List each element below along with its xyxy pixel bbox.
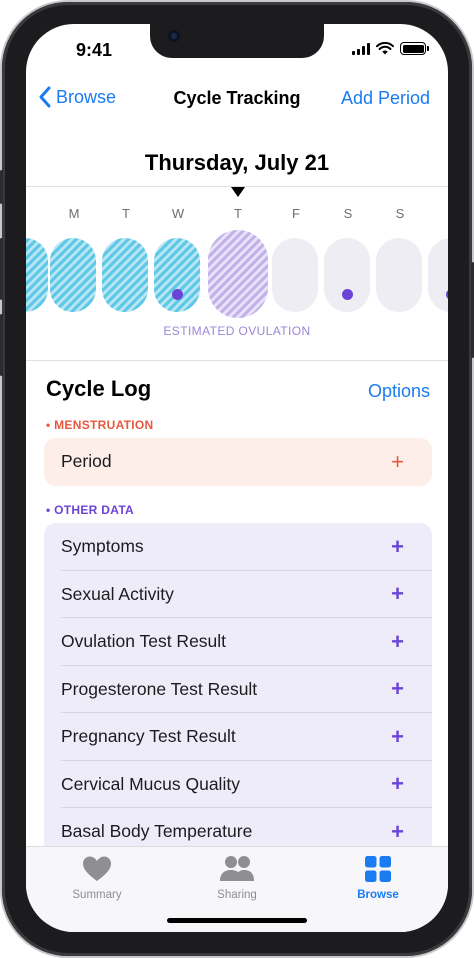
- cycle-calendar-strip[interactable]: [26, 230, 448, 318]
- weekday-label: S: [343, 206, 353, 221]
- notch: [150, 24, 324, 58]
- plus-icon[interactable]: +: [391, 820, 404, 843]
- tab-label: Summary: [72, 889, 122, 901]
- wifi-icon: [376, 42, 394, 55]
- weekday-labels: M T W T F S S: [26, 206, 448, 224]
- logged-data-dot-icon: [342, 289, 353, 300]
- app-screen: 9:41 Browse Cycle Tracking Add Period Th…: [26, 24, 448, 932]
- weekday-label: F: [292, 206, 300, 221]
- navigation-bar: Browse Cycle Tracking Add Period: [26, 82, 448, 118]
- other-data-section-text: OTHER DATA: [54, 503, 135, 517]
- list-item-label: Pregnancy Test Result: [61, 726, 236, 747]
- battery-icon: [400, 42, 429, 55]
- list-item-pregnancy-test-result[interactable]: Pregnancy Test Result +: [44, 713, 432, 761]
- list-item-label: Cervical Mucus Quality: [61, 773, 240, 794]
- list-item-period[interactable]: Period +: [44, 438, 432, 486]
- logged-data-dot-icon: [172, 289, 183, 300]
- plus-icon[interactable]: +: [391, 773, 404, 795]
- weekday-label: S: [395, 206, 405, 221]
- day-cell[interactable]: [428, 238, 448, 312]
- plus-icon[interactable]: +: [391, 630, 404, 653]
- day-cell[interactable]: [102, 238, 148, 312]
- list-item-cervical-mucus-quality[interactable]: Cervical Mucus Quality +: [44, 761, 432, 809]
- grid-icon: [365, 856, 391, 882]
- heart-icon: [83, 856, 111, 881]
- day-cell[interactable]: [154, 238, 200, 312]
- options-button[interactable]: Options: [368, 381, 430, 402]
- list-item-symptoms[interactable]: Symptoms +: [44, 523, 432, 571]
- list-item-ovulation-test-result[interactable]: Ovulation Test Result +: [44, 618, 432, 666]
- people-icon: [220, 856, 254, 881]
- list-item-label: Sexual Activity: [61, 583, 174, 604]
- day-cell-selected[interactable]: [208, 230, 268, 318]
- weekday-label: T: [234, 206, 242, 221]
- menstruation-section-label: • MENSTRUATION: [46, 418, 154, 432]
- tab-label: Browse: [357, 889, 399, 901]
- list-item-label: Progesterone Test Result: [61, 678, 258, 699]
- cycle-log-title: Cycle Log: [46, 376, 152, 401]
- selected-day-marker-icon: [231, 187, 245, 197]
- list-item-label: Ovulation Test Result: [61, 631, 227, 652]
- day-cell[interactable]: [376, 238, 422, 312]
- list-item-label: Basal Body Temperature: [61, 821, 253, 842]
- camera-icon: [168, 30, 180, 42]
- status-icons: [352, 42, 429, 55]
- plus-icon[interactable]: +: [391, 678, 404, 700]
- tab-bar: Summary Sharing Browse: [26, 846, 448, 932]
- menstruation-section-text: MENSTRUATION: [54, 418, 154, 432]
- home-indicator[interactable]: [167, 918, 307, 923]
- plus-icon[interactable]: +: [391, 725, 404, 748]
- weekday-label: M: [68, 206, 80, 221]
- plus-icon[interactable]: +: [391, 535, 404, 558]
- mute-switch: [0, 170, 3, 204]
- day-cell[interactable]: [50, 238, 96, 312]
- tab-sharing[interactable]: Sharing: [192, 855, 282, 901]
- other-data-section-label: • OTHER DATA: [46, 503, 135, 517]
- add-period-button[interactable]: Add Period: [341, 88, 430, 109]
- selected-date: Thursday, July 21: [144, 150, 330, 175]
- status-time: 9:41: [76, 40, 113, 60]
- tab-summary[interactable]: Summary: [52, 855, 142, 901]
- day-cell[interactable]: [26, 238, 48, 312]
- menstruation-card: Period +: [44, 438, 432, 486]
- volume-up-button: [0, 238, 3, 300]
- list-item-label: Period: [61, 451, 112, 472]
- list-item-progesterone-test-result[interactable]: Progesterone Test Result +: [44, 666, 432, 714]
- other-data-card: Symptoms + Sexual Activity + Ovulation T…: [44, 523, 432, 883]
- plus-icon[interactable]: +: [391, 450, 404, 473]
- estimated-ovulation-label: ESTIMATED OVULATION: [163, 324, 311, 338]
- plus-icon[interactable]: +: [391, 583, 404, 605]
- weekday-label: T: [122, 206, 130, 221]
- weekday-label: W: [171, 206, 185, 221]
- cellular-signal-icon: [352, 42, 370, 55]
- logged-data-dot-icon: [446, 289, 448, 300]
- day-cell[interactable]: [324, 238, 370, 312]
- list-item-label: Symptoms: [61, 536, 144, 557]
- tab-browse[interactable]: Browse: [333, 855, 423, 901]
- day-cell[interactable]: [272, 238, 318, 312]
- list-item-sexual-activity[interactable]: Sexual Activity +: [44, 571, 432, 619]
- tab-label: Sharing: [217, 889, 257, 901]
- volume-down-button: [0, 314, 3, 376]
